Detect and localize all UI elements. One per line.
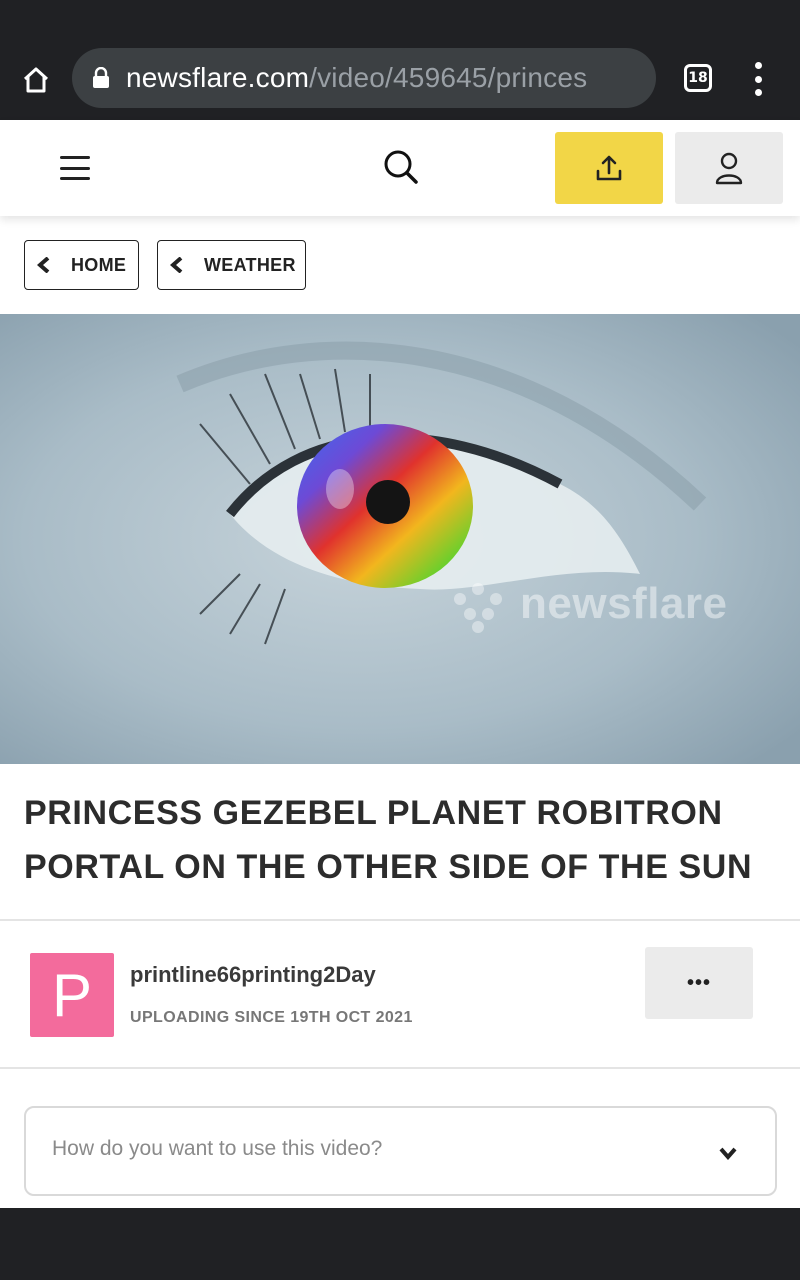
- uploader-since: UPLOADING SINCE 19TH OCT 2021: [130, 1009, 413, 1026]
- breadcrumb-label: HOME: [71, 254, 127, 275]
- chevron-left-icon: [170, 257, 183, 273]
- system-navigation-bar: [0, 1208, 800, 1280]
- chevron-down-icon: [719, 1147, 737, 1160]
- eye-image: [0, 314, 800, 764]
- tabs-icon[interactable]: 18: [684, 64, 712, 92]
- divider: [0, 919, 800, 921]
- site-header: [0, 120, 800, 216]
- usage-select[interactable]: How do you want to use this video?: [24, 1106, 777, 1196]
- upload-icon: [596, 155, 622, 181]
- home-icon[interactable]: [16, 60, 56, 100]
- uploader-name[interactable]: printline66printing2Day: [130, 962, 376, 988]
- user-icon: [715, 152, 743, 185]
- address-bar[interactable]: newsflare.com/video/459645/princes: [72, 48, 656, 108]
- video-thumbnail[interactable]: newsflare: [0, 314, 800, 764]
- usage-select-placeholder: How do you want to use this video?: [52, 1137, 383, 1160]
- breadcrumb-home[interactable]: HOME: [24, 240, 139, 290]
- search-icon[interactable]: [380, 146, 420, 186]
- url-text: newsflare.com/video/459645/princes: [126, 62, 587, 94]
- url-domain: newsflare.com: [126, 62, 310, 93]
- breadcrumb-label: WEATHER: [204, 254, 296, 275]
- chevron-left-icon: [37, 257, 50, 273]
- hamburger-menu-icon[interactable]: [60, 156, 90, 180]
- newsflare-watermark: newsflare: [520, 579, 728, 628]
- account-button[interactable]: [675, 132, 783, 204]
- uploader-avatar[interactable]: P: [30, 953, 114, 1037]
- menu-icon[interactable]: [744, 62, 772, 96]
- breadcrumb-weather[interactable]: WEATHER: [157, 240, 306, 290]
- upload-button[interactable]: [555, 132, 663, 204]
- divider: [0, 1067, 800, 1069]
- more-options-button[interactable]: •••: [645, 947, 753, 1019]
- browser-toolbar: newsflare.com/video/459645/princes 18: [0, 0, 800, 120]
- lock-icon: [93, 67, 109, 88]
- url-path: /video/459645/princes: [309, 62, 588, 93]
- video-title: PRINCESS GEZEBEL PLANET ROBITRON PORTAL …: [24, 794, 753, 886]
